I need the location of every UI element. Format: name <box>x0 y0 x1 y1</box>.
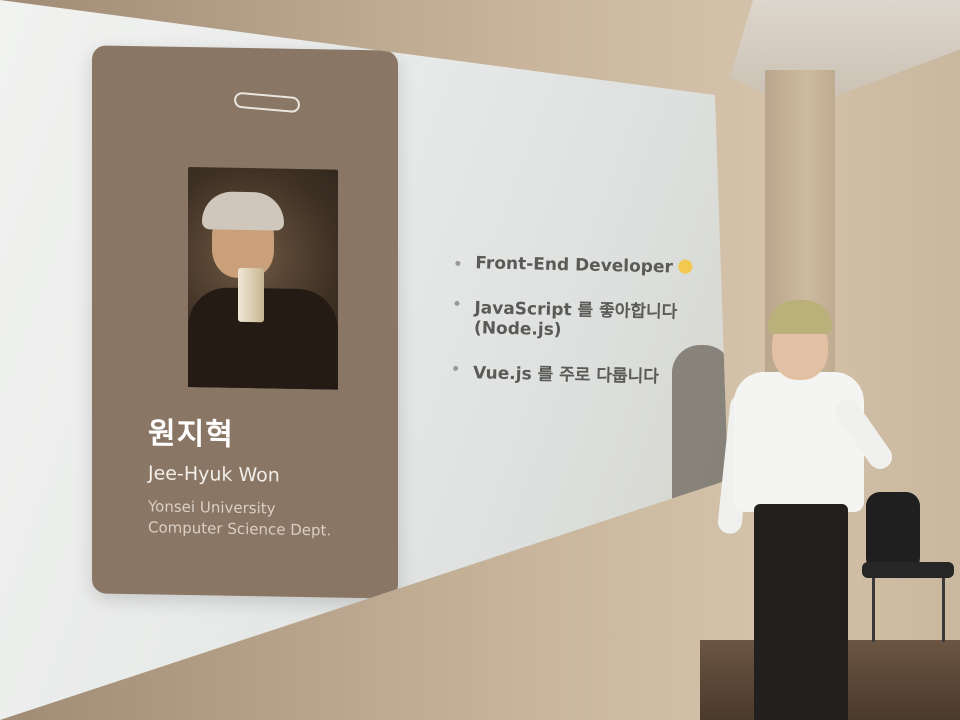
smiling-emoji-icon <box>677 259 693 274</box>
id-card: 원지혁 Jee-Hyuk Won Yonsei University Compu… <box>92 45 398 599</box>
lanyard-slot <box>233 91 301 114</box>
bullet-text: JavaScript 를 좋아합니다 (Node.js) <box>473 298 678 341</box>
speaker-pants <box>754 504 848 720</box>
bullet-text: Front-End Developer <box>475 253 674 278</box>
bullet-item: JavaScript 를 좋아합니다 (Node.js) <box>450 293 728 344</box>
name-korean: 원지혁 <box>148 416 234 453</box>
chair <box>862 492 954 642</box>
bullet-text: Vue.js 를 주로 다룹니다 <box>472 363 660 388</box>
photo-cap <box>202 191 284 231</box>
chair-back <box>866 492 920 572</box>
profile-photo <box>188 167 338 390</box>
speaker-shirt <box>734 372 864 512</box>
name-english: Jee-Hyuk Won <box>148 462 280 487</box>
chair-leg <box>942 578 945 642</box>
chair-seat <box>862 562 954 578</box>
speaker-hair <box>768 300 832 334</box>
affiliation-department: Computer Science Dept. <box>148 518 332 540</box>
bullet-item: Front-End Developer <box>451 253 728 279</box>
affiliation: Yonsei University Computer Science Dept. <box>148 496 331 541</box>
coffee-cup <box>238 267 264 323</box>
chair-leg <box>872 578 875 642</box>
